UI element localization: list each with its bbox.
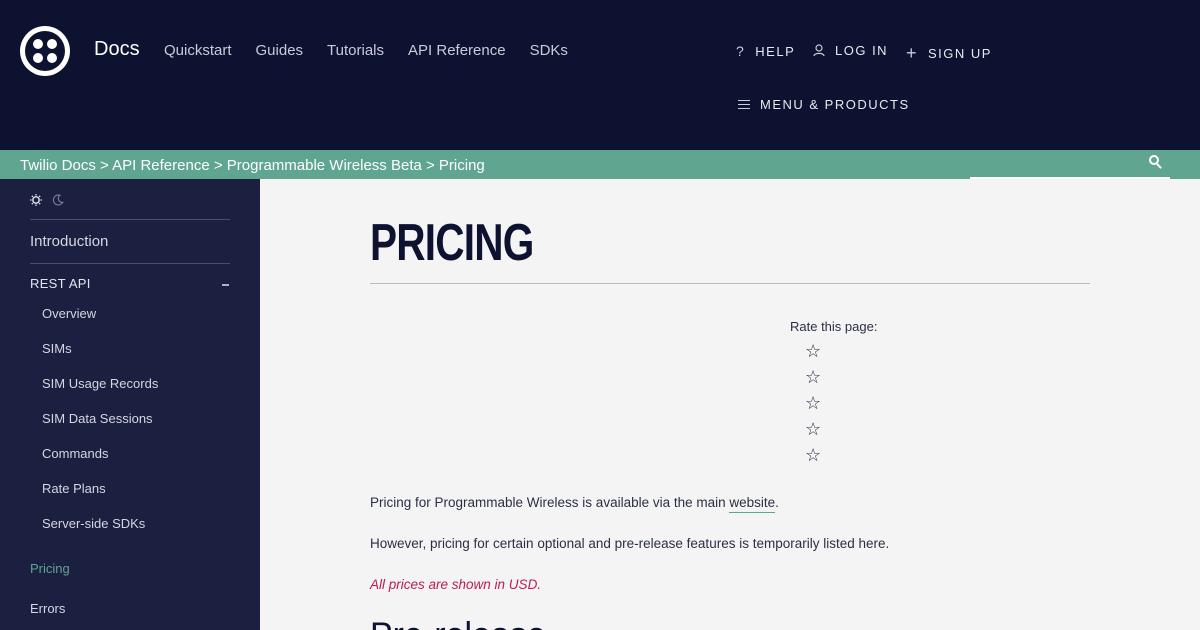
sidebar-divider	[30, 263, 230, 264]
logo-dot	[33, 39, 43, 49]
nav-api-reference[interactable]: API Reference	[408, 42, 506, 59]
nav-quickstart[interactable]: Quickstart	[164, 42, 232, 59]
star-4-icon[interactable]: ☆	[805, 419, 821, 440]
sidebar-divider	[30, 219, 230, 220]
website-link[interactable]: website	[729, 495, 776, 513]
star-3-icon[interactable]: ☆	[805, 393, 821, 414]
sidebar-item-errors[interactable]: Errors	[30, 601, 65, 616]
star-1-icon[interactable]: ☆	[805, 341, 821, 362]
sidebar-item-introduction[interactable]: Introduction	[30, 233, 108, 250]
moon-icon[interactable]	[52, 194, 64, 206]
docs-brand-link[interactable]: Docs	[94, 38, 140, 61]
sun-icon[interactable]	[30, 194, 42, 206]
signup-link[interactable]: + SIGN UP	[906, 43, 992, 64]
paragraph-text: .	[775, 495, 779, 510]
plus-icon: +	[906, 43, 919, 63]
help-label: HELP	[755, 43, 796, 59]
logo-dot	[47, 39, 57, 49]
section-heading: Pre-release	[370, 616, 546, 630]
star-2-icon[interactable]: ☆	[805, 367, 821, 388]
sidebar-group-rest-api[interactable]: REST API	[30, 276, 91, 291]
sidebar-item-sims[interactable]: SIMs	[42, 341, 72, 356]
page-title: PRICING	[370, 214, 534, 272]
menu-label: MENU & PRODUCTS	[760, 97, 910, 112]
star-5-icon[interactable]: ☆	[805, 445, 821, 466]
pricing-intro-paragraph: Pricing for Programmable Wireless is ava…	[370, 495, 779, 513]
sidebar-item-pricing[interactable]: Pricing	[30, 561, 70, 576]
signup-label: SIGN UP	[928, 46, 992, 61]
sidebar-item-commands[interactable]: Commands	[42, 446, 108, 461]
main-nav: Quickstart Guides Tutorials API Referenc…	[164, 42, 568, 59]
help-link[interactable]: ? HELP	[736, 43, 795, 59]
nav-tutorials[interactable]: Tutorials	[327, 42, 384, 59]
main-content: PRICING Rate this page: ☆ ☆ ☆ ☆ ☆ Pricin…	[260, 179, 1200, 630]
paragraph-text: Pricing for Programmable Wireless is ava…	[370, 495, 730, 510]
nav-sdks[interactable]: SDKs	[530, 42, 568, 59]
sidebar-item-overview[interactable]: Overview	[42, 306, 96, 321]
sidebar-item-rate-plans[interactable]: Rate Plans	[42, 481, 106, 496]
hamburger-icon	[738, 99, 750, 110]
rate-label: Rate this page:	[790, 319, 878, 334]
pricing-note-paragraph: However, pricing for certain optional an…	[370, 536, 890, 551]
usd-note: All prices are shown in USD.	[370, 577, 542, 592]
theme-toggle[interactable]	[30, 194, 64, 206]
search-icon[interactable]	[1149, 155, 1163, 169]
sidebar-item-sim-data-sessions[interactable]: SIM Data Sessions	[42, 411, 153, 426]
logo-dot	[33, 53, 43, 63]
logo-ring	[25, 31, 65, 71]
logo-dot	[47, 53, 57, 63]
title-divider	[370, 283, 1090, 284]
user-icon	[813, 44, 825, 57]
sidebar-item-sim-usage-records[interactable]: SIM Usage Records	[42, 376, 158, 391]
sidebar-item-server-side-sdks[interactable]: Server-side SDKs	[42, 516, 145, 531]
login-label: LOG IN	[835, 43, 889, 58]
search-input[interactable]	[970, 150, 1170, 179]
nav-guides[interactable]: Guides	[256, 42, 304, 59]
collapse-icon[interactable]	[222, 284, 229, 286]
sidebar: Introduction REST API Overview SIMs SIM …	[0, 179, 260, 630]
help-icon: ?	[736, 43, 746, 59]
breadcrumb[interactable]: Twilio Docs > API Reference > Programmab…	[20, 157, 485, 174]
twilio-logo-icon[interactable]	[20, 26, 70, 76]
login-link[interactable]: LOG IN	[813, 43, 888, 58]
menu-products-button[interactable]: MENU & PRODUCTS	[738, 97, 910, 112]
top-navigation: Docs Quickstart Guides Tutorials API Ref…	[0, 0, 1200, 150]
